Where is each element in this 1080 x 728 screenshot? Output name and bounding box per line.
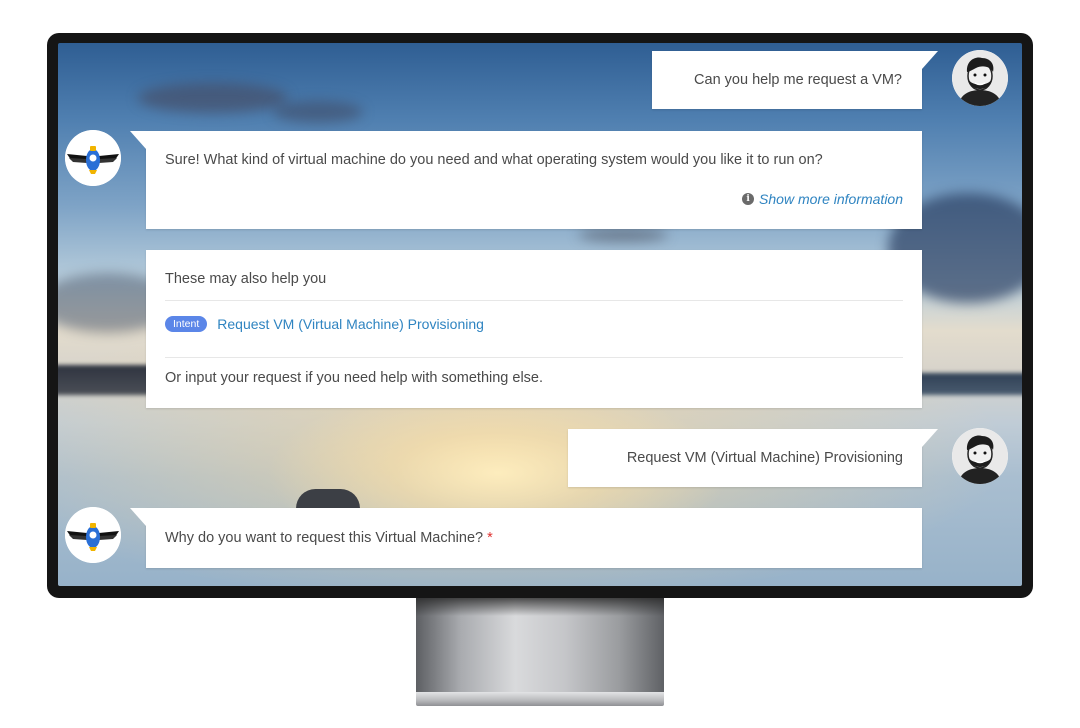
divider (165, 300, 903, 301)
show-more-label: Show more information (759, 191, 903, 207)
user-message-bubble: Request VM (Virtual Machine) Provisionin… (568, 429, 938, 487)
bot-question-text: Why do you want to request this Virtual … (165, 528, 493, 548)
user-avatar-icon (952, 428, 1008, 484)
bot-question-label: Why do you want to request this Virtual … (165, 530, 484, 546)
monitor-stand (416, 598, 664, 692)
bot-avatar-icon (65, 507, 121, 563)
suggestion-link[interactable]: Request VM (Virtual Machine) Provisionin… (217, 314, 484, 334)
suggestions-card: These may also help you Intent Request V… (146, 250, 922, 408)
background-cloud (273, 101, 363, 123)
user-message-text: Request VM (Virtual Machine) Provisionin… (626, 450, 903, 466)
background-cloud (578, 228, 668, 242)
info-icon: i (742, 193, 755, 205)
suggestion-item[interactable]: Intent Request VM (Virtual Machine) Prov… (165, 314, 903, 334)
bot-message-bubble: Why do you want to request this Virtual … (130, 508, 922, 568)
suggestions-footer: Or input your request if you need help w… (165, 370, 544, 386)
user-avatar-icon (952, 50, 1008, 106)
user-message-bubble: Can you help me request a VM? (652, 51, 938, 109)
bot-avatar-icon (65, 130, 121, 186)
required-marker: * (487, 530, 493, 546)
divider (165, 357, 903, 358)
chat-screen: Can you help me request a VM? Sure! What… (58, 43, 1022, 586)
monitor-stand-base (416, 692, 664, 706)
background-cloud (138, 83, 288, 113)
page: Can you help me request a VM? Sure! What… (0, 0, 1080, 728)
user-message-text: Can you help me request a VM? (694, 72, 902, 88)
show-more-information-link[interactable]: i Show more information (742, 189, 903, 209)
suggestions-heading: These may also help you (165, 271, 327, 287)
bot-message-bubble: Sure! What kind of virtual machine do yo… (130, 131, 922, 229)
bot-message-text: Sure! What kind of virtual machine do yo… (165, 152, 823, 168)
intent-badge: Intent (165, 316, 208, 332)
